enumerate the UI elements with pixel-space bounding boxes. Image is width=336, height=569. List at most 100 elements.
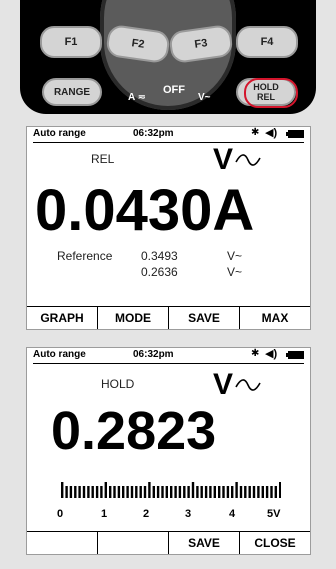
range-mode: Auto range [33, 349, 86, 360]
f4-key[interactable]: F4 [236, 26, 298, 58]
bargraph-tick [156, 486, 160, 498]
ac-wave-icon [235, 154, 261, 166]
softkey-close[interactable]: CLOSE [239, 532, 310, 554]
range-mode: Auto range [33, 128, 86, 139]
bargraph-tick [74, 486, 77, 498]
bargraph-tick [82, 486, 86, 498]
reference-value-1: 0.3493 [141, 249, 178, 263]
bargraph [59, 482, 281, 498]
reference-unit-1: V~ [227, 249, 243, 263]
bargraph-tick [130, 486, 134, 498]
bargraph-tick [239, 486, 243, 498]
status-bar: Auto range 06:32pm ✱ ◀) [33, 127, 304, 143]
battery-icon [286, 130, 304, 138]
bargraph-tick [183, 486, 186, 498]
bargraph-tick [174, 486, 177, 498]
bargraph-tick [231, 486, 234, 498]
bargraph-tick [248, 486, 251, 498]
bargraph-tick [261, 486, 264, 498]
bargraph-tick [279, 482, 281, 498]
f1-key[interactable]: F1 [40, 26, 102, 58]
ac-wave-icon [235, 379, 261, 391]
bluetooth-icon: ✱ [251, 127, 260, 138]
primary-reading: 0.2823 [51, 401, 217, 461]
bargraph-tick [109, 486, 112, 498]
softkey-bar: GRAPH MODE SAVE MAX [27, 306, 310, 329]
highlight-ring [244, 78, 298, 108]
bargraph-tick [122, 486, 125, 498]
status-bar: Auto range 06:32pm ✱ ◀) [33, 348, 304, 364]
speaker-icon: ◀) [265, 348, 278, 360]
bargraph-tick [139, 486, 142, 498]
bargraph-tick [126, 486, 129, 498]
scale-label-3: 3 [185, 508, 192, 520]
primary-reading: 0.0430A [35, 178, 255, 243]
speaker-icon: ◀) [265, 127, 278, 139]
bargraph-tick [87, 486, 90, 498]
rel-screen: Auto range 06:32pm ✱ ◀) REL V 0.0430A Re… [26, 126, 311, 330]
range-key[interactable]: RANGE [42, 78, 102, 106]
bargraph-tick [65, 486, 68, 498]
battery-icon [286, 351, 304, 359]
bargraph-tick [252, 486, 256, 498]
scale-label-1: 1 [101, 508, 108, 520]
bargraph-tick [213, 486, 216, 498]
softkey-max[interactable]: MAX [239, 307, 310, 329]
reference-value-2: 0.2636 [141, 265, 178, 279]
dial-off-label: OFF [163, 84, 185, 96]
unit-label: V [213, 143, 234, 176]
softkey-blank-1[interactable] [27, 532, 97, 554]
bargraph-tick [100, 486, 103, 498]
bargraph-tick [178, 486, 182, 498]
bargraph-tick [200, 486, 203, 498]
scale-label-0: 0 [57, 508, 64, 520]
bargraph-tick [161, 486, 164, 498]
bargraph-tick [165, 486, 168, 498]
bargraph-tick [235, 482, 238, 498]
softkey-blank-2[interactable] [97, 532, 168, 554]
reference-unit-2: V~ [227, 265, 243, 279]
bargraph-tick [265, 486, 269, 498]
reference-label: Reference [57, 249, 113, 263]
bargraph-tick [226, 486, 230, 498]
scale-label-2: 2 [143, 508, 150, 520]
bargraph-ticks [61, 482, 281, 498]
unit-label: V [213, 368, 234, 401]
bargraph-tick [204, 486, 208, 498]
bargraph-tick [104, 482, 107, 498]
softkey-graph[interactable]: GRAPH [27, 307, 97, 329]
scale-label-4: 4 [229, 508, 236, 520]
mode-label: REL [91, 152, 115, 166]
bargraph-tick [218, 486, 221, 498]
clock: 06:32pm [133, 128, 174, 139]
bargraph-tick [222, 486, 225, 498]
bargraph-tick [170, 486, 173, 498]
scale-label-5v: 5V [267, 508, 281, 520]
bargraph-tick [274, 486, 277, 498]
clock: 06:32pm [133, 349, 174, 360]
bargraph-tick [91, 486, 94, 498]
mode-label: HOLD [101, 377, 135, 391]
softkey-save[interactable]: SAVE [168, 307, 239, 329]
bargraph-tick [196, 486, 199, 498]
bargraph-tick [143, 486, 147, 498]
bargraph-tick [61, 482, 64, 498]
bargraph-tick [257, 486, 260, 498]
bargraph-tick [270, 486, 273, 498]
softkey-save[interactable]: SAVE [168, 532, 239, 554]
bargraph-tick [135, 486, 138, 498]
bargraph-tick [117, 486, 121, 498]
dial-volt-label: V~ [198, 92, 211, 103]
bargraph-tick [191, 482, 195, 498]
bargraph-tick [152, 486, 155, 498]
softkey-bar: SAVE CLOSE [27, 531, 310, 554]
bargraph-tick [78, 486, 81, 498]
bargraph-tick [148, 482, 151, 498]
bargraph-tick [113, 486, 116, 498]
hold-screen: Auto range 06:32pm ✱ ◀) HOLD V 0.2823 0 … [26, 347, 311, 555]
bluetooth-icon: ✱ [251, 348, 260, 359]
bargraph-tick [69, 486, 73, 498]
bargraph-tick [244, 486, 247, 498]
softkey-mode[interactable]: MODE [97, 307, 168, 329]
bargraph-tick [187, 486, 190, 498]
